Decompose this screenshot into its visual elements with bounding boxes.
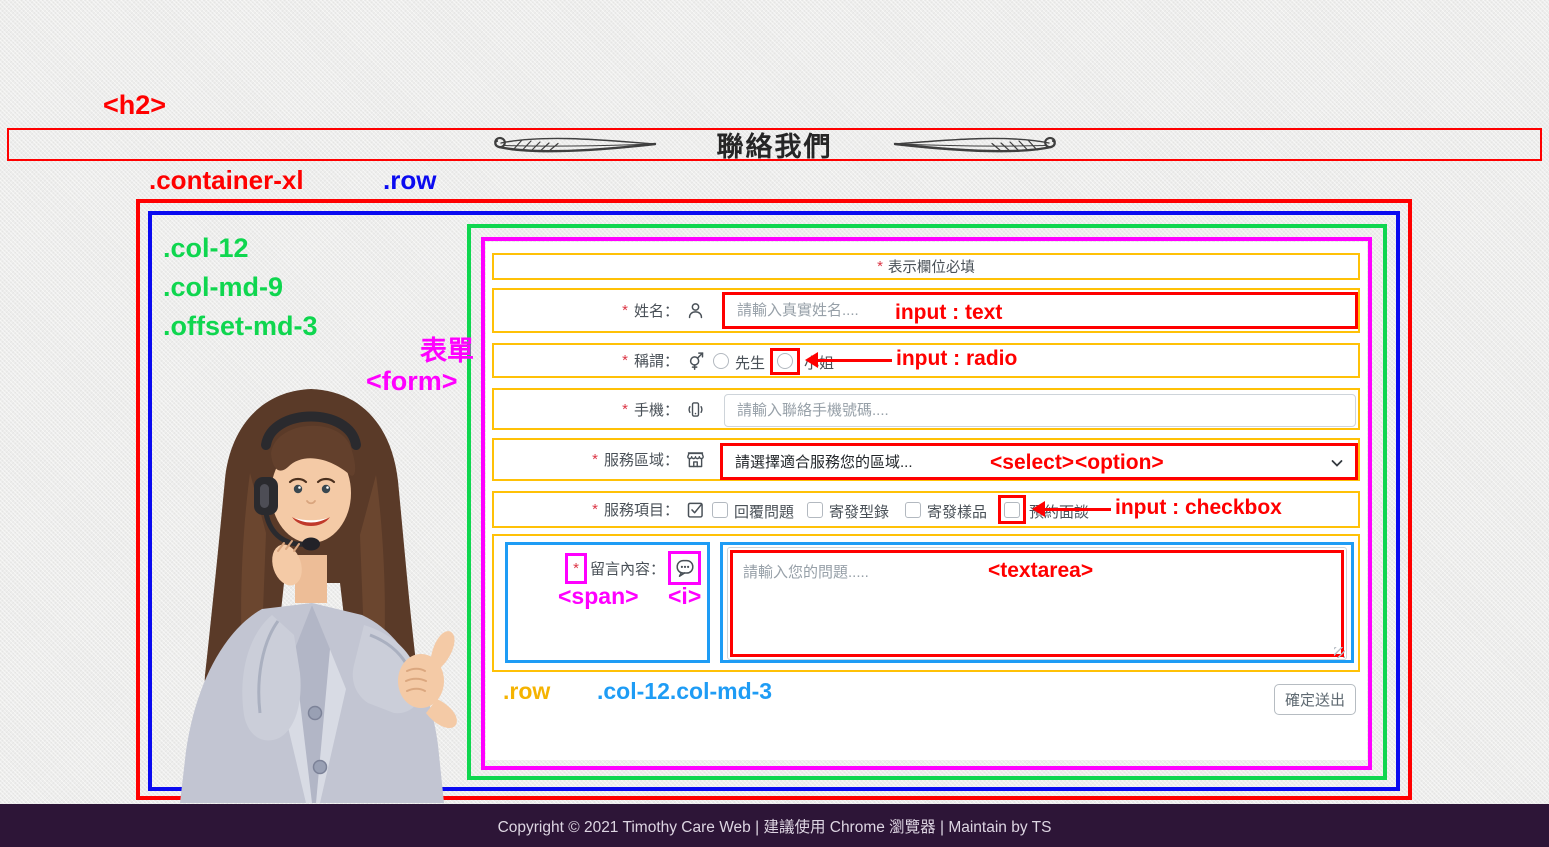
salutation-option-mr: 先生 xyxy=(735,352,765,373)
textarea-resize-grip[interactable] xyxy=(1334,647,1345,658)
chat-dots-icon xyxy=(674,557,696,579)
col-md-9-annotation: .col-md-9 xyxy=(163,268,318,307)
required-star: * xyxy=(877,258,883,275)
i-tag-annotation: <i> xyxy=(668,583,701,610)
required-star: * xyxy=(592,501,598,518)
col-12-annotation: .col-12 xyxy=(163,229,318,268)
phone-label: 手機： xyxy=(634,399,679,420)
i-highlight-box xyxy=(668,551,701,585)
service-option-2: 寄發樣品 xyxy=(927,501,987,522)
phone-row: * 手機： xyxy=(492,388,1360,430)
name-input-outline: input : text xyxy=(722,292,1358,329)
footer: Copyright © 2021 Timothy Care Web | 建議使用… xyxy=(0,804,1549,847)
service-checkbox-3[interactable] xyxy=(1004,502,1020,518)
salutation-label-cell: * 稱謂： xyxy=(494,345,716,376)
required-star: * xyxy=(622,302,628,319)
message-label: 留言內容： xyxy=(590,558,665,579)
required-note-row: * 表示欄位必填 xyxy=(492,253,1360,280)
region-row: * 服務區域： 請選擇適合服務您的區域... <select> <option> xyxy=(492,438,1360,481)
phone-vibrate-icon xyxy=(685,399,706,420)
message-input-col: <textarea> xyxy=(720,542,1354,663)
required-star: * xyxy=(592,451,598,468)
salutation-radio-mr[interactable] xyxy=(713,353,729,369)
chevron-down-icon xyxy=(1329,455,1345,471)
span-highlight-box: * xyxy=(565,553,587,584)
checkbox-arrow-line xyxy=(1043,508,1111,511)
service-agent-photo xyxy=(154,383,468,803)
salutation-radio-ms[interactable] xyxy=(777,353,793,369)
row-annotation-bottom: .row xyxy=(503,678,550,705)
region-select-value: 請選擇適合服務您的區域... xyxy=(735,451,913,472)
footer-text: Copyright © 2021 Timothy Care Web | 建議使用… xyxy=(498,815,1052,837)
salutation-label: 稱謂： xyxy=(634,350,679,371)
col-12-md-3-annotation: .col-12.col-md-3 xyxy=(597,678,772,705)
name-row: * 姓名： input : text xyxy=(492,288,1360,333)
services-label-cell: * 服務項目： xyxy=(494,493,716,526)
input-radio-annotation: input : radio xyxy=(896,347,1017,371)
required-note: 表示欄位必填 xyxy=(888,256,975,277)
shop-icon xyxy=(685,449,706,470)
select-tag-annotation: <select> xyxy=(990,451,1074,475)
phone-input[interactable] xyxy=(725,395,1355,426)
textarea-wrap: <textarea> xyxy=(727,547,1347,660)
page: <h2> 聯絡我們 xyxy=(0,0,1549,847)
radio-arrow-line xyxy=(816,359,892,362)
person-icon xyxy=(685,300,706,321)
flourish-left-icon xyxy=(489,133,659,157)
region-label: 服務區域： xyxy=(604,449,679,470)
name-input[interactable] xyxy=(725,295,1355,326)
submit-button[interactable]: 確定送出 xyxy=(1274,684,1356,715)
service-option-0: 回覆問題 xyxy=(734,501,794,522)
name-label: 姓名： xyxy=(634,300,679,321)
message-label-group: * 留言內容： xyxy=(565,551,701,585)
form-zh-annotation: 表單 xyxy=(420,329,474,368)
message-label-col: * 留言內容： <span> <i> xyxy=(505,542,710,663)
option-tag-annotation: <option> xyxy=(1075,451,1164,475)
region-label-cell: * 服務區域： xyxy=(494,449,716,470)
service-checkbox-2[interactable] xyxy=(905,502,921,518)
services-label: 服務項目： xyxy=(604,499,679,520)
textarea-outline: <textarea> xyxy=(730,550,1344,657)
services-row: * 服務項目： 回覆問題 寄發型錄 寄發樣品 預約面談 input : chec… xyxy=(492,491,1360,528)
page-title: 聯絡我們 xyxy=(717,125,833,164)
gender-icon xyxy=(685,350,706,371)
check-square-icon xyxy=(685,499,706,520)
message-textarea[interactable] xyxy=(733,553,1341,654)
name-label-cell: * 姓名： xyxy=(494,300,716,321)
service-option-1: 寄發型錄 xyxy=(829,501,889,522)
required-star: * xyxy=(622,401,628,418)
service-checkbox-0[interactable] xyxy=(712,502,728,518)
h2-tag-annotation: <h2> xyxy=(103,90,166,121)
region-select[interactable]: 請選擇適合服務您的區域... <select> <option> xyxy=(720,443,1358,480)
container-xl-annotation: .container-xl xyxy=(149,165,304,196)
row-annotation-top: .row xyxy=(383,165,436,196)
salutation-row: * 稱謂： 先生 小姐 input : radio xyxy=(492,343,1360,378)
page-title-band: 聯絡我們 xyxy=(7,128,1542,161)
offset-md-3-annotation: .offset-md-3 xyxy=(163,307,318,346)
required-star: * xyxy=(573,560,579,577)
span-tag-annotation: <span> xyxy=(558,583,639,610)
message-row: * 留言內容： <span> <i> xyxy=(492,534,1360,672)
col-class-annotations: .col-12 .col-md-9 .offset-md-3 xyxy=(163,229,318,346)
input-checkbox-annotation: input : checkbox xyxy=(1115,496,1282,520)
phone-input-wrap xyxy=(724,394,1356,427)
phone-label-cell: * 手機： xyxy=(494,399,716,420)
service-checkbox-1[interactable] xyxy=(807,502,823,518)
required-star: * xyxy=(622,352,628,369)
flourish-right-icon xyxy=(891,133,1061,157)
